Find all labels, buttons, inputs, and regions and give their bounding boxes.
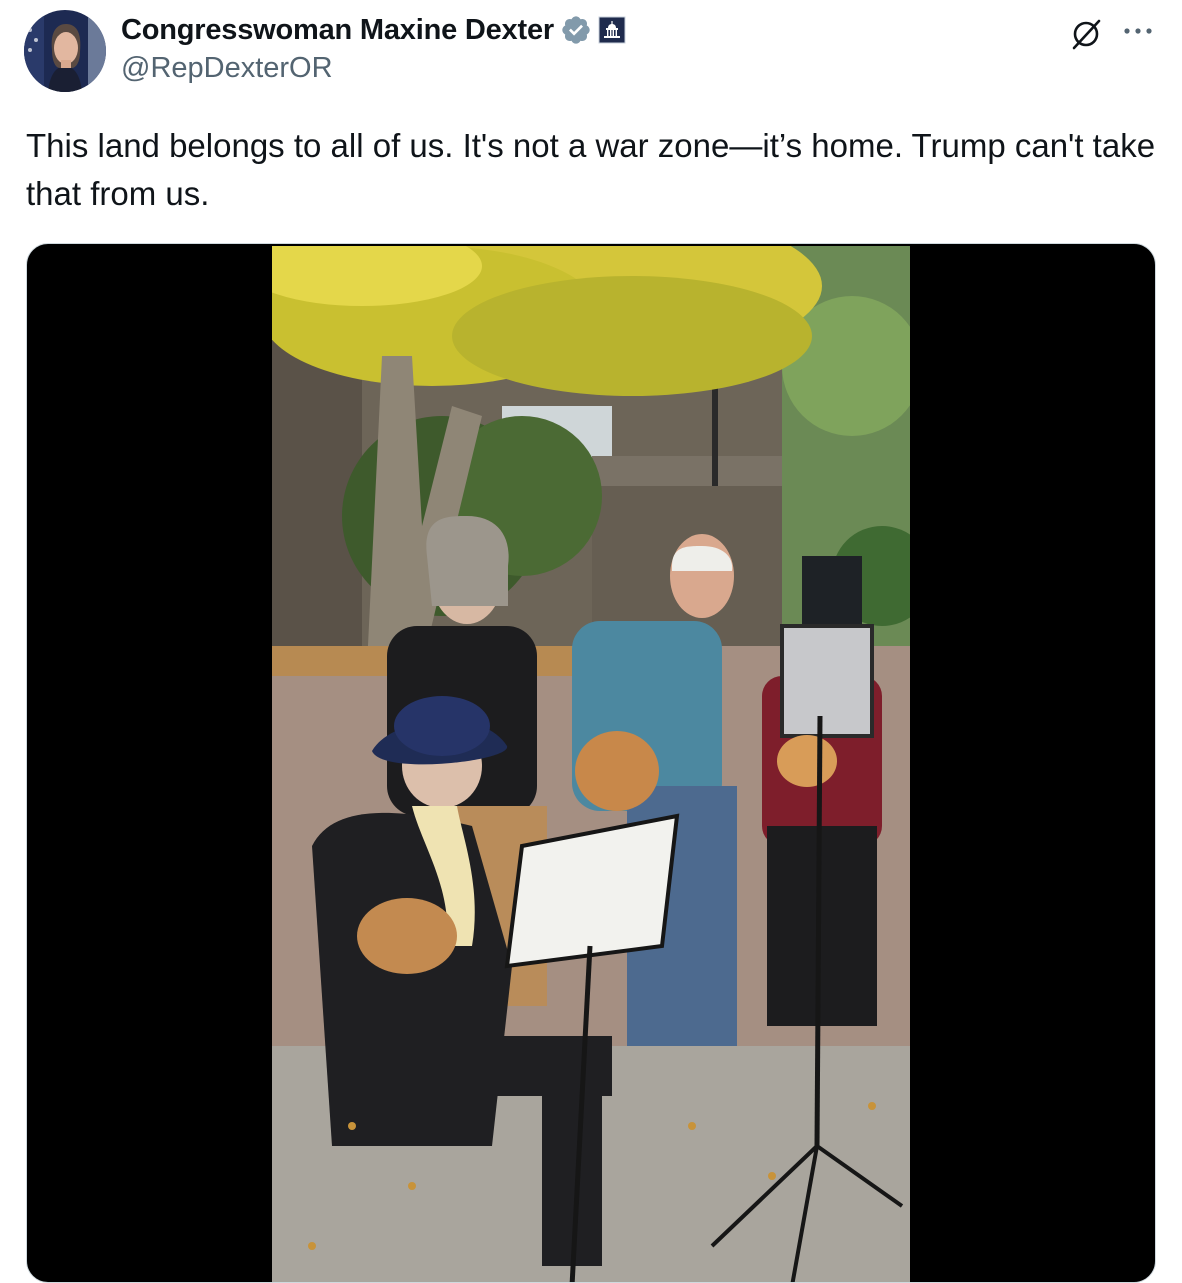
author-name-row: Congresswoman Maxine Dexter [121,10,626,50]
capitol-badge-icon[interactable] [598,16,626,44]
video-thumbnail [272,246,910,1282]
author-display-name[interactable]: Congresswoman Maxine Dexter [121,14,554,47]
verified-badge-icon[interactable] [560,14,592,46]
video-player[interactable] [26,243,1156,1283]
avatar-image [24,10,106,92]
grok-icon[interactable] [1066,14,1106,54]
more-options-icon[interactable] [1118,14,1158,48]
video-frame[interactable] [272,246,910,1282]
author-handle[interactable]: @RepDexterOR [121,52,333,85]
tweet-text: This land belongs to all of us. It's not… [26,127,1156,212]
avatar[interactable] [24,10,106,92]
